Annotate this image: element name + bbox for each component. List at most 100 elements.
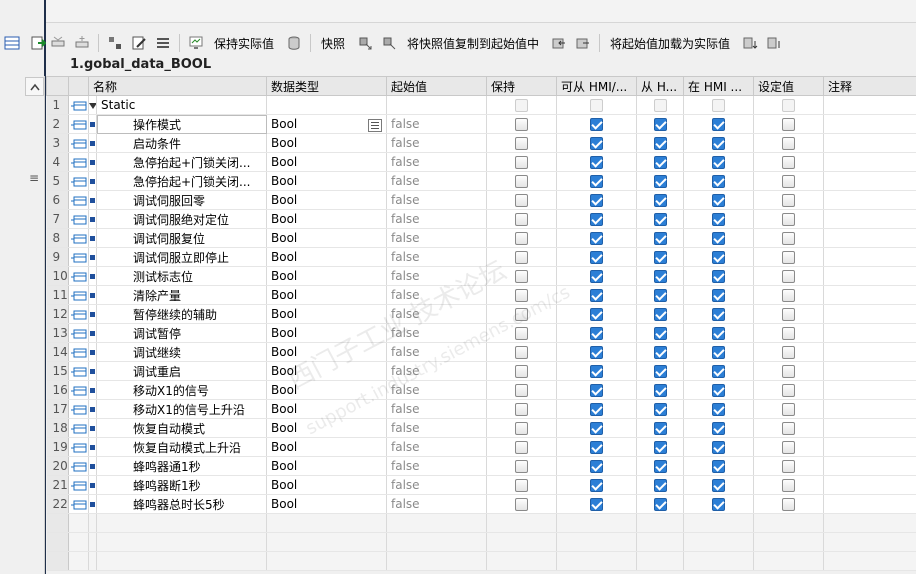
- setpoint-checkbox[interactable]: [753, 380, 825, 400]
- hmi-writable-checkbox[interactable]: [636, 171, 685, 191]
- hmi-visible-checkbox[interactable]: [683, 380, 755, 400]
- snapshot-button[interactable]: 快照: [321, 35, 345, 52]
- hmi-visible-checkbox[interactable]: [683, 209, 755, 229]
- comment-cell[interactable]: [823, 418, 916, 438]
- table-row[interactable]: 2 操作模式 Bool false: [46, 114, 916, 134]
- hmi-writable-checkbox[interactable]: [636, 133, 685, 153]
- header-name[interactable]: 名称: [87, 76, 268, 96]
- setpoint-checkbox[interactable]: [753, 266, 825, 286]
- table-row[interactable]: 9 调试伺服立即停止 Bool false: [46, 247, 916, 267]
- tag-name-cell[interactable]: 启动条件: [96, 133, 268, 153]
- hmi-visible-checkbox[interactable]: [683, 418, 755, 438]
- retain-checkbox[interactable]: [486, 171, 558, 191]
- add-row-icon[interactable]: [73, 34, 91, 52]
- start-value-cell[interactable]: false: [386, 456, 488, 476]
- static-hmi-writable-checkbox[interactable]: [636, 95, 685, 115]
- datatype-cell[interactable]: Bool: [266, 114, 388, 134]
- comment-cell[interactable]: [823, 133, 916, 153]
- tag-name-cell[interactable]: 蜂鸣器总时长5秒: [96, 494, 268, 514]
- table-row[interactable]: 12 暂停继续的辅助 Bool false: [46, 304, 916, 324]
- table-row[interactable]: 15 调试重启 Bool false: [46, 361, 916, 381]
- retain-checkbox[interactable]: [486, 285, 558, 305]
- start-value-cell[interactable]: false: [386, 152, 488, 172]
- datatype-cell[interactable]: Bool: [266, 304, 388, 324]
- hmi-visible-checkbox[interactable]: [683, 266, 755, 286]
- datatype-cell[interactable]: Bool: [266, 399, 388, 419]
- retain-checkbox[interactable]: [486, 494, 558, 514]
- hmi-access-checkbox[interactable]: [556, 152, 638, 172]
- retain-checkbox[interactable]: [486, 418, 558, 438]
- monitor-icon[interactable]: [187, 34, 205, 52]
- start-value-cell[interactable]: false: [386, 209, 488, 229]
- hmi-visible-checkbox[interactable]: [683, 323, 755, 343]
- header-hmi-access[interactable]: 可从 HMI/...: [556, 76, 638, 96]
- retain-checkbox[interactable]: [486, 361, 558, 381]
- tag-name-cell[interactable]: 调试伺服立即停止: [96, 247, 268, 267]
- hmi-visible-checkbox[interactable]: [683, 152, 755, 172]
- table-row[interactable]: 14 调试继续 Bool false: [46, 342, 916, 362]
- retain-checkbox[interactable]: [486, 247, 558, 267]
- hmi-access-checkbox[interactable]: [556, 190, 638, 210]
- datatype-cell[interactable]: Bool: [266, 209, 388, 229]
- start-value-cell[interactable]: false: [386, 437, 488, 457]
- comment-cell[interactable]: [823, 285, 916, 305]
- setpoint-checkbox[interactable]: [753, 437, 825, 457]
- setpoint-checkbox[interactable]: [753, 171, 825, 191]
- header-hmi-writable[interactable]: 从 H...: [636, 76, 685, 96]
- start-value-cell[interactable]: false: [386, 418, 488, 438]
- retain-checkbox[interactable]: [486, 209, 558, 229]
- table-row[interactable]: 18 恢复自动模式 Bool false: [46, 418, 916, 438]
- table-row[interactable]: 5 急停抬起+门锁关闭... Bool false: [46, 171, 916, 191]
- start-value-cell[interactable]: false: [386, 361, 488, 381]
- datatype-cell[interactable]: Bool: [266, 437, 388, 457]
- datatype-cell[interactable]: Bool: [266, 190, 388, 210]
- datatype-cell[interactable]: Bool: [266, 323, 388, 343]
- header-setpoint[interactable]: 设定值: [753, 76, 825, 96]
- retain-checkbox[interactable]: [486, 114, 558, 134]
- datatype-picker-icon[interactable]: [368, 118, 383, 132]
- hmi-writable-checkbox[interactable]: [636, 323, 685, 343]
- table-row-static[interactable]: 1 Static: [46, 95, 916, 115]
- setpoint-checkbox[interactable]: [753, 399, 825, 419]
- start-value-cell[interactable]: false: [386, 304, 488, 324]
- retain-checkbox[interactable]: [486, 266, 558, 286]
- retain-checkbox[interactable]: [486, 437, 558, 457]
- static-setpoint-checkbox[interactable]: [753, 95, 825, 115]
- start-value-cell[interactable]: false: [386, 266, 488, 286]
- hmi-writable-checkbox[interactable]: [636, 494, 685, 514]
- table-row[interactable]: 20 蜂鸣器通1秒 Bool false: [46, 456, 916, 476]
- tag-name-cell[interactable]: 测试标志位: [96, 266, 268, 286]
- setpoint-checkbox[interactable]: [753, 228, 825, 248]
- tag-name-cell[interactable]: 急停抬起+门锁关闭...: [96, 171, 268, 191]
- hmi-writable-checkbox[interactable]: [636, 304, 685, 324]
- setpoint-checkbox[interactable]: [753, 475, 825, 495]
- table-row[interactable]: 13 调试暂停 Bool false: [46, 323, 916, 343]
- start-value-cell[interactable]: false: [386, 190, 488, 210]
- datatype-cell[interactable]: Bool: [266, 285, 388, 305]
- retain-checkbox[interactable]: [486, 342, 558, 362]
- hmi-writable-checkbox[interactable]: [636, 361, 685, 381]
- retain-checkbox[interactable]: [486, 475, 558, 495]
- setpoint-checkbox[interactable]: [753, 209, 825, 229]
- setpoint-checkbox[interactable]: [753, 114, 825, 134]
- load-icon[interactable]: [550, 34, 568, 52]
- download2-icon[interactable]: [765, 34, 783, 52]
- datatype-cell[interactable]: Bool: [266, 361, 388, 381]
- hmi-access-checkbox[interactable]: [556, 285, 638, 305]
- retain-checkbox[interactable]: [486, 304, 558, 324]
- hmi-visible-checkbox[interactable]: [683, 361, 755, 381]
- hmi-access-checkbox[interactable]: [556, 456, 638, 476]
- copy-snapshot-to-start-button[interactable]: 将快照值复制到起始值中: [407, 35, 539, 52]
- comment-cell[interactable]: [823, 323, 916, 343]
- keep-actual-values-button[interactable]: 保持实际值: [214, 35, 274, 52]
- hmi-visible-checkbox[interactable]: [683, 342, 755, 362]
- hmi-writable-checkbox[interactable]: [636, 475, 685, 495]
- start-value-cell[interactable]: false: [386, 133, 488, 153]
- edit-icon[interactable]: [130, 34, 148, 52]
- datatype-cell[interactable]: Bool: [266, 475, 388, 495]
- hmi-writable-checkbox[interactable]: [636, 247, 685, 267]
- start-value-cell[interactable]: false: [386, 228, 488, 248]
- table-row[interactable]: 11 清除产量 Bool false: [46, 285, 916, 305]
- tag-name-cell[interactable]: 蜂鸣器断1秒: [96, 475, 268, 495]
- hmi-access-checkbox[interactable]: [556, 494, 638, 514]
